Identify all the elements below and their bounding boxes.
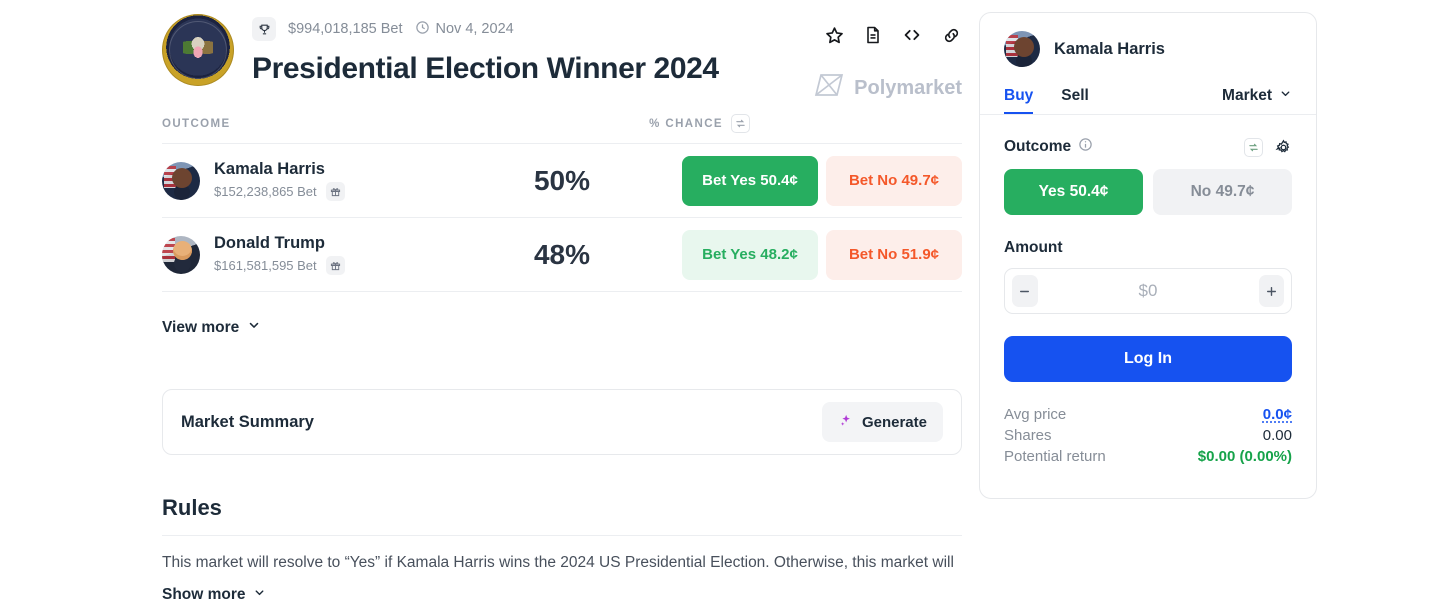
chevron-down-icon (1279, 87, 1292, 105)
polymarket-brand-text: Polymarket (854, 76, 962, 99)
market-main-column: $994,018,185 Bet Nov 4, 2024 Presidentia… (162, 0, 962, 604)
sparkle-icon (838, 413, 853, 432)
order-type-label: Market (1222, 87, 1272, 104)
rules-title: Rules (162, 495, 222, 520)
rules-text: This market will resolve to “Yes” if Kam… (162, 554, 954, 571)
outcome-chance: 48% (533, 238, 591, 270)
trade-panel-outcome-name: Kamala Harris (1054, 39, 1165, 58)
view-more-button[interactable]: View more (162, 318, 962, 337)
presidential-seal-icon (162, 14, 234, 86)
info-icon[interactable] (1078, 137, 1093, 157)
star-icon[interactable] (824, 25, 845, 46)
panel-divider (980, 114, 1316, 115)
kamala-harris-avatar (162, 161, 200, 200)
stat-value-shares: 0.00 (1262, 427, 1292, 444)
view-more-label: View more (162, 318, 240, 336)
generate-label: Generate (861, 413, 927, 431)
plus-icon[interactable] (1258, 275, 1284, 307)
stat-key: Potential return (1004, 448, 1106, 465)
gift-icon[interactable] (325, 256, 345, 275)
market-date-text: Nov 4, 2024 (435, 21, 514, 37)
outcome-bet-buttons: Bet Yes 48.2¢ Bet No 51.9¢ (682, 229, 962, 280)
bet-no-button[interactable]: Bet No 49.7¢ (826, 155, 962, 206)
rules-section: Rules This market will resolve to “Yes” … (162, 495, 962, 604)
market-header: $994,018,185 Bet Nov 4, 2024 Presidentia… (162, 14, 962, 99)
donald-trump-avatar (162, 235, 200, 274)
stat-row: Avg price 0.0¢ (1004, 404, 1292, 425)
bet-yes-button[interactable]: Bet Yes 50.4¢ (682, 155, 818, 206)
show-more-label: Show more (162, 586, 246, 603)
amount-stepper (1004, 268, 1292, 314)
chevron-down-icon (253, 586, 266, 604)
generate-button[interactable]: Generate (821, 402, 943, 442)
bet-yes-button[interactable]: Bet Yes 48.2¢ (682, 229, 818, 280)
order-summary-stats: Avg price 0.0¢ Shares 0.00 Potential ret… (1004, 404, 1292, 467)
outcome-label: Outcome (1004, 137, 1093, 157)
outcome-yes-button[interactable]: Yes 50.4¢ (1004, 169, 1143, 215)
outcome-bet-volume: $161,581,595 Bet (214, 258, 317, 273)
outcome-identity: Kamala Harris $152,238,865 Bet (162, 160, 502, 201)
table-header-row: OUTCOME % CHANCE (162, 114, 962, 144)
swap-refresh-icon[interactable] (731, 114, 750, 133)
table-row: Donald Trump $161,581,595 Bet 48% Bet Ye… (162, 218, 962, 292)
page-title: Presidential Election Winner 2024 (252, 52, 719, 85)
gift-icon[interactable] (325, 182, 345, 201)
order-type-selector[interactable]: Market (1222, 87, 1292, 114)
show-more-button[interactable]: Show more (162, 586, 962, 604)
market-summary-title: Market Summary (181, 412, 314, 431)
stat-value-potential-return: $0.00 (0.00%) (1197, 448, 1292, 465)
tab-sell[interactable]: Sell (1061, 87, 1089, 114)
trophy-icon (252, 17, 276, 41)
polymarket-logo-icon (814, 72, 844, 104)
bet-no-button[interactable]: Bet No 51.9¢ (826, 229, 962, 280)
document-icon[interactable] (863, 25, 883, 45)
trade-panel: Kamala Harris Buy Sell Market Outcome Ye… (979, 12, 1317, 499)
code-icon[interactable] (901, 24, 923, 46)
outcome-identity: Donald Trump $161,581,595 Bet (162, 234, 502, 275)
outcome-chance: 50% (533, 164, 591, 196)
tab-buy[interactable]: Buy (1004, 87, 1033, 114)
outcome-section-header: Outcome (1004, 137, 1292, 157)
log-in-button[interactable]: Log In (1004, 336, 1292, 382)
header-action-icons (824, 24, 962, 46)
chevron-down-icon (247, 318, 261, 337)
outcome-bet-buttons: Bet Yes 50.4¢ Bet No 49.7¢ (682, 155, 962, 206)
outcome-name: Kamala Harris (214, 160, 325, 178)
clock-icon (415, 20, 430, 39)
market-volume-text: $994,018,185 Bet (288, 21, 403, 37)
market-header-text: $994,018,185 Bet Nov 4, 2024 Presidentia… (252, 14, 719, 86)
amount-input[interactable] (1037, 281, 1259, 301)
market-volume: $994,018,185 Bet (288, 21, 403, 37)
outcome-label-text: Outcome (1004, 138, 1072, 155)
stat-row: Shares 0.00 (1004, 425, 1292, 446)
gear-icon[interactable] (1275, 138, 1292, 156)
amount-label: Amount (1004, 239, 1063, 256)
rules-divider (162, 535, 962, 536)
column-header-chance-label: % CHANCE (649, 117, 723, 130)
outcome-section-actions (1244, 137, 1292, 157)
polymarket-brand: Polymarket (814, 72, 962, 104)
trade-tabs: Buy Sell Market (1004, 87, 1292, 114)
minus-icon[interactable] (1012, 275, 1038, 307)
link-icon[interactable] (941, 25, 962, 46)
market-meta-row: $994,018,185 Bet Nov 4, 2024 (252, 17, 719, 41)
stat-key: Avg price (1004, 406, 1067, 423)
market-date: Nov 4, 2024 (415, 20, 514, 39)
outcome-name: Donald Trump (214, 234, 325, 252)
market-summary-card: Market Summary Generate (162, 389, 962, 455)
column-header-outcome: OUTCOME (162, 117, 231, 130)
trade-panel-header: Kamala Harris (1004, 31, 1292, 67)
table-row: Kamala Harris $152,238,865 Bet 50% Bet Y… (162, 144, 962, 218)
outcome-bet-volume: $152,238,865 Bet (214, 184, 317, 199)
outcome-no-button[interactable]: No 49.7¢ (1153, 169, 1292, 215)
stat-row: Potential return $0.00 (0.00%) (1004, 446, 1292, 467)
stat-key: Shares (1004, 427, 1052, 444)
outcome-buttons: Yes 50.4¢ No 49.7¢ (1004, 169, 1292, 215)
stat-value-avg-price[interactable]: 0.0¢ (1263, 406, 1292, 423)
outcome-table: OUTCOME % CHANCE Kamala Harris $152,238,… (162, 114, 962, 337)
kamala-harris-avatar (1004, 31, 1040, 67)
refresh-icon[interactable] (1244, 137, 1263, 157)
column-header-chance: % CHANCE (649, 114, 750, 133)
